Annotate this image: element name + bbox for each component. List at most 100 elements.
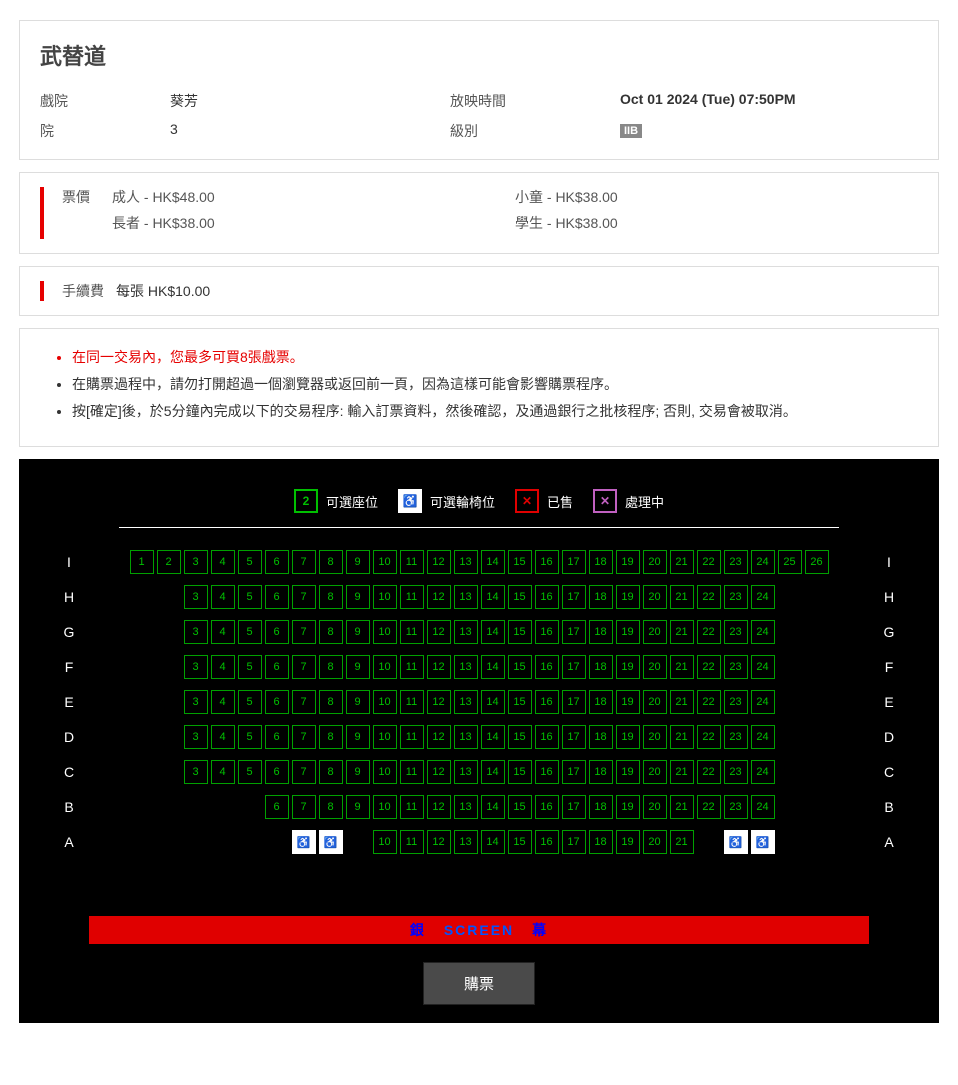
seat-available[interactable]: 10 [373, 620, 397, 644]
seat-available[interactable]: 3 [184, 690, 208, 714]
seat-available[interactable]: 13 [454, 655, 478, 679]
seat-available[interactable]: 15 [508, 760, 532, 784]
seat-available[interactable]: 20 [643, 725, 667, 749]
seat-available[interactable]: 24 [751, 550, 775, 574]
seat-available[interactable]: 17 [562, 830, 586, 854]
seat-available[interactable]: 9 [346, 550, 370, 574]
seat-available[interactable]: 18 [589, 760, 613, 784]
seat-available[interactable]: 24 [751, 655, 775, 679]
seat-available[interactable]: 16 [535, 725, 559, 749]
seat-available[interactable]: 21 [670, 620, 694, 644]
seat-available[interactable]: 14 [481, 795, 505, 819]
seat-available[interactable]: 8 [319, 620, 343, 644]
seat-available[interactable]: 22 [697, 690, 721, 714]
seat-available[interactable]: 17 [562, 725, 586, 749]
seat-available[interactable]: 16 [535, 620, 559, 644]
seat-available[interactable]: 20 [643, 585, 667, 609]
seat-available[interactable]: 7 [292, 655, 316, 679]
seat-available[interactable]: 24 [751, 760, 775, 784]
seat-available[interactable]: 4 [211, 585, 235, 609]
seat-available[interactable]: 11 [400, 655, 424, 679]
seat-available[interactable]: 11 [400, 585, 424, 609]
seat-available[interactable]: 12 [427, 690, 451, 714]
seat-available[interactable]: 12 [427, 550, 451, 574]
seat-available[interactable]: 22 [697, 620, 721, 644]
seat-available[interactable]: 14 [481, 585, 505, 609]
seat-available[interactable]: 6 [265, 655, 289, 679]
seat-wheelchair[interactable]: ♿ [319, 830, 343, 854]
seat-available[interactable]: 11 [400, 725, 424, 749]
seat-available[interactable]: 19 [616, 795, 640, 819]
seat-available[interactable]: 24 [751, 690, 775, 714]
seat-available[interactable]: 17 [562, 585, 586, 609]
seat-available[interactable]: 21 [670, 655, 694, 679]
seat-available[interactable]: 16 [535, 585, 559, 609]
seat-available[interactable]: 20 [643, 550, 667, 574]
seat-available[interactable]: 7 [292, 795, 316, 819]
seat-available[interactable]: 23 [724, 550, 748, 574]
seat-available[interactable]: 15 [508, 690, 532, 714]
seat-available[interactable]: 6 [265, 620, 289, 644]
seat-available[interactable]: 9 [346, 620, 370, 644]
seat-available[interactable]: 22 [697, 550, 721, 574]
seat-available[interactable]: 8 [319, 690, 343, 714]
seat-available[interactable]: 19 [616, 655, 640, 679]
seat-available[interactable]: 24 [751, 795, 775, 819]
seat-available[interactable]: 20 [643, 830, 667, 854]
seat-available[interactable]: 5 [238, 655, 262, 679]
seat-available[interactable]: 16 [535, 655, 559, 679]
seat-available[interactable]: 8 [319, 550, 343, 574]
seat-available[interactable]: 21 [670, 725, 694, 749]
seat-available[interactable]: 16 [535, 830, 559, 854]
seat-available[interactable]: 18 [589, 550, 613, 574]
seat-available[interactable]: 11 [400, 550, 424, 574]
seat-available[interactable]: 19 [616, 760, 640, 784]
seat-available[interactable]: 23 [724, 620, 748, 644]
seat-available[interactable]: 12 [427, 655, 451, 679]
seat-available[interactable]: 6 [265, 690, 289, 714]
seat-available[interactable]: 18 [589, 655, 613, 679]
seat-available[interactable]: 10 [373, 725, 397, 749]
seat-available[interactable]: 18 [589, 620, 613, 644]
seat-available[interactable]: 14 [481, 655, 505, 679]
seat-available[interactable]: 18 [589, 690, 613, 714]
seat-available[interactable]: 13 [454, 690, 478, 714]
seat-available[interactable]: 13 [454, 620, 478, 644]
seat-available[interactable]: 11 [400, 830, 424, 854]
seat-available[interactable]: 21 [670, 830, 694, 854]
seat-available[interactable]: 19 [616, 690, 640, 714]
seat-available[interactable]: 12 [427, 795, 451, 819]
seat-available[interactable]: 17 [562, 760, 586, 784]
seat-available[interactable]: 11 [400, 620, 424, 644]
seat-available[interactable]: 24 [751, 620, 775, 644]
buy-tickets-button[interactable]: 購票 [423, 962, 535, 1005]
seat-available[interactable]: 4 [211, 550, 235, 574]
seat-available[interactable]: 6 [265, 585, 289, 609]
seat-available[interactable]: 15 [508, 725, 532, 749]
seat-available[interactable]: 18 [589, 830, 613, 854]
seat-available[interactable]: 8 [319, 795, 343, 819]
seat-available[interactable]: 4 [211, 725, 235, 749]
seat-available[interactable]: 9 [346, 725, 370, 749]
seat-available[interactable]: 17 [562, 655, 586, 679]
seat-available[interactable]: 21 [670, 550, 694, 574]
seat-available[interactable]: 7 [292, 725, 316, 749]
seat-available[interactable]: 16 [535, 795, 559, 819]
seat-available[interactable]: 10 [373, 830, 397, 854]
seat-available[interactable]: 10 [373, 690, 397, 714]
seat-available[interactable]: 22 [697, 725, 721, 749]
seat-available[interactable]: 9 [346, 795, 370, 819]
seat-available[interactable]: 5 [238, 620, 262, 644]
seat-available[interactable]: 3 [184, 725, 208, 749]
seat-available[interactable]: 7 [292, 585, 316, 609]
seat-available[interactable]: 17 [562, 620, 586, 644]
seat-available[interactable]: 14 [481, 760, 505, 784]
seat-available[interactable]: 4 [211, 760, 235, 784]
seat-available[interactable]: 25 [778, 550, 802, 574]
seat-available[interactable]: 7 [292, 550, 316, 574]
seat-available[interactable]: 18 [589, 585, 613, 609]
seat-available[interactable]: 13 [454, 760, 478, 784]
seat-available[interactable]: 16 [535, 550, 559, 574]
seat-available[interactable]: 22 [697, 655, 721, 679]
seat-available[interactable]: 9 [346, 690, 370, 714]
